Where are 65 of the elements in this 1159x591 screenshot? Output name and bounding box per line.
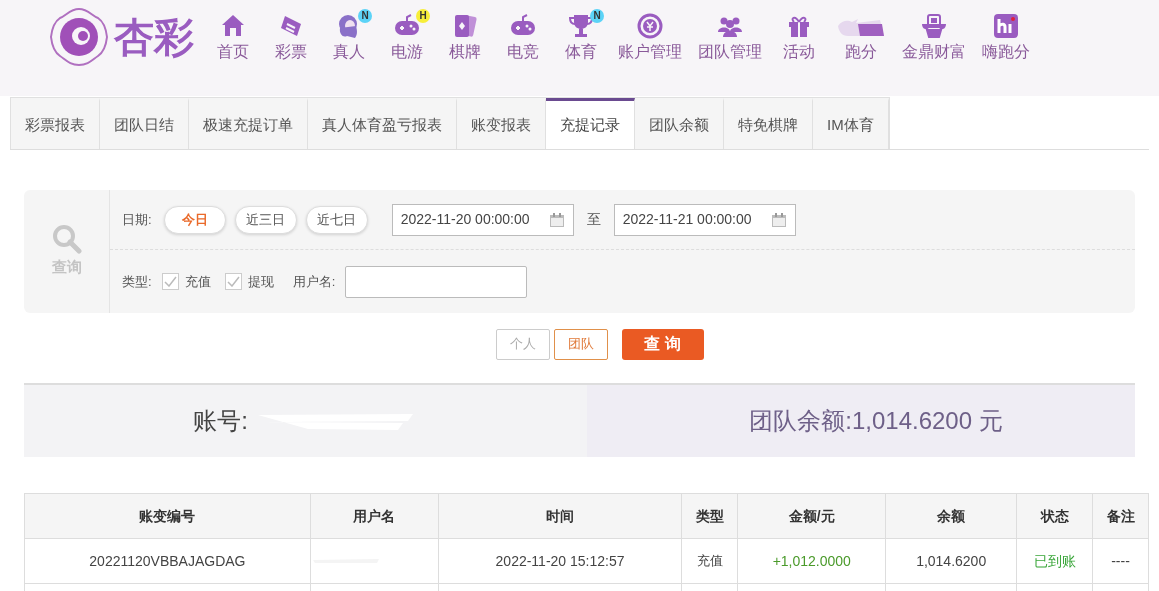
column-header: 金额/元: [737, 493, 886, 539]
tab[interactable]: 特免棋牌: [724, 98, 813, 149]
badge: N: [358, 9, 372, 23]
column-header: 时间: [438, 493, 682, 539]
tab[interactable]: 充提记录: [546, 98, 635, 149]
account-label: 账号:: [193, 406, 248, 436]
nav-item[interactable]: 棋牌: [436, 12, 494, 63]
nav-item[interactable]: H 电游: [378, 12, 436, 63]
checkbox[interactable]: [161, 273, 179, 290]
nav-item[interactable]: 金鼎财富: [894, 12, 974, 63]
tab[interactable]: 团队余额: [635, 98, 724, 149]
table-cell: 已到账: [1016, 538, 1093, 584]
calendar-icon: [548, 211, 565, 228]
table-cell: 1,014.6200: [885, 538, 1017, 584]
nav-item[interactable]: 首页: [204, 12, 262, 63]
calendar-icon: [770, 211, 787, 228]
nav-item[interactable]: 账户管理: [610, 12, 690, 63]
search-button[interactable]: 查 询: [621, 328, 704, 360]
column-header: 账变编号: [24, 493, 311, 539]
table-cell: +1,012.0000: [737, 538, 886, 584]
badge: N: [590, 9, 604, 23]
nav-item[interactable]: 团队管理: [690, 12, 770, 63]
username-label: 用户名:: [292, 272, 336, 291]
tab[interactable]: 极速充提订单: [189, 98, 308, 149]
checkbox-label: 充值: [184, 272, 211, 291]
trophy-icon: [567, 12, 595, 40]
hi-app-icon: [992, 12, 1020, 40]
table-cell: ----: [1092, 538, 1149, 584]
search-icon: [51, 224, 82, 255]
tab[interactable]: 彩票报表: [11, 98, 100, 149]
throne-icon: [920, 12, 948, 40]
redaction-mark: [310, 557, 381, 565]
range-separator: 至: [586, 210, 601, 229]
start-date-field[interactable]: 2022-11-20 00:00:00: [391, 203, 574, 236]
checkbox[interactable]: [224, 273, 242, 290]
column-header: 用户名: [310, 493, 439, 539]
type-label: 类型:: [122, 272, 152, 291]
column-header: 备注: [1092, 493, 1149, 539]
table-cell: 2022-11-20 15:12:57: [438, 538, 682, 584]
checkbox-label: 提现: [247, 272, 274, 291]
nav-item[interactable]: N 真人: [320, 12, 378, 63]
logo-text: 杏彩: [113, 14, 195, 61]
table-cell: 20221120VBBAJAGDAG: [24, 538, 311, 584]
nav-item[interactable]: 活动: [770, 12, 828, 63]
date-range-button[interactable]: 近七日: [305, 205, 368, 234]
column-header: 类型: [681, 493, 738, 539]
date-label: 日期:: [122, 210, 152, 229]
nav-item[interactable]: N 体育: [552, 12, 610, 63]
tab[interactable]: IM体育: [813, 98, 889, 149]
tab[interactable]: 真人体育盈亏报表: [308, 98, 457, 149]
nav-item[interactable]: 电竞: [494, 12, 552, 63]
tab[interactable]: 团队日结: [100, 98, 189, 149]
logo-icon: [48, 6, 110, 68]
nav-item[interactable]: 彩票: [262, 12, 320, 63]
nav-item[interactable]: 嗨跑分: [974, 12, 1038, 63]
yen-coin-icon: [636, 12, 664, 40]
nav-item[interactable]: 跑分: [828, 12, 894, 63]
team-balance: 团队余额:1,014.6200 元: [748, 406, 1003, 436]
end-date-field[interactable]: 2022-11-21 00:00:00: [613, 203, 796, 236]
table-cell: 充值: [681, 538, 738, 584]
column-header: 余额: [885, 493, 1017, 539]
badge: H: [416, 9, 430, 23]
username-field[interactable]: [345, 265, 528, 298]
date-range-button[interactable]: 近三日: [234, 205, 297, 234]
column-header: 状态: [1016, 493, 1093, 539]
